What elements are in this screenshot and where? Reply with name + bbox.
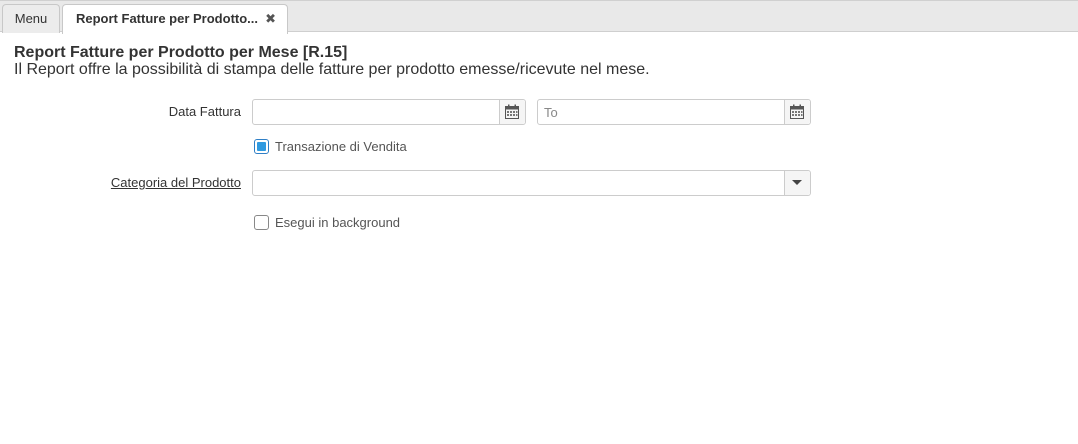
tab-menu[interactable]: Menu — [2, 4, 60, 33]
data-fattura-label: Data Fattura — [168, 104, 241, 119]
categoria-prodotto-dropdown-button[interactable] — [784, 171, 810, 195]
chevron-down-icon — [792, 180, 802, 185]
tab-report[interactable]: Report Fatture per Prodotto... ✖ — [62, 4, 288, 34]
data-fattura-from-field[interactable] — [252, 99, 526, 125]
transazione-vendita-checkbox[interactable] — [254, 139, 269, 154]
tab-bar: Menu Report Fatture per Prodotto... ✖ — [0, 0, 1078, 34]
page-title: Report Fatture per Prodotto per Mese [R.… — [14, 44, 348, 61]
esegui-background-label: Esegui in background — [275, 215, 401, 230]
categoria-prodotto-input[interactable] — [253, 171, 783, 195]
calendar-icon — [505, 104, 519, 119]
page-description: Il Report offre la possibilità di stampa… — [14, 61, 650, 78]
tab-menu-label: Menu — [14, 11, 48, 26]
data-fattura-to-field[interactable] — [537, 99, 811, 125]
categoria-prodotto-label[interactable]: Categoria del Prodotto — [100, 175, 241, 190]
close-icon[interactable]: ✖ — [265, 5, 276, 33]
tab-report-label: Report Fatture per Prodotto... — [76, 11, 258, 26]
data-fattura-to-input[interactable] — [538, 100, 786, 124]
esegui-background-checkbox[interactable] — [254, 215, 269, 230]
transazione-vendita-label: Transazione di Vendita — [275, 139, 407, 154]
data-fattura-from-calendar-button[interactable] — [499, 100, 525, 124]
calendar-icon — [790, 104, 804, 119]
data-fattura-to-calendar-button[interactable] — [784, 100, 810, 124]
data-fattura-from-input[interactable] — [253, 100, 501, 124]
categoria-prodotto-combobox[interactable] — [252, 170, 811, 196]
